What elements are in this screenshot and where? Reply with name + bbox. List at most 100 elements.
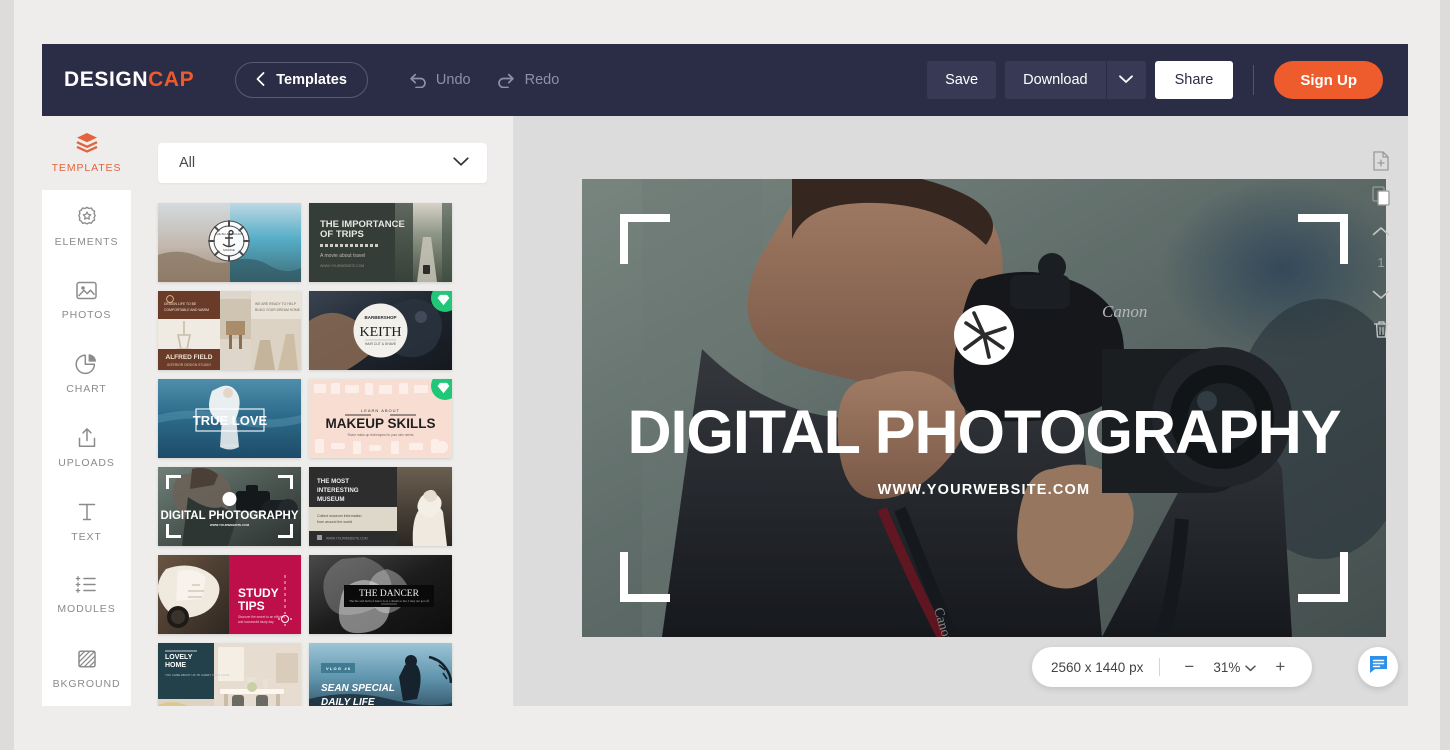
svg-text:HAIR CUT & SHAVE: HAIR CUT & SHAVE (365, 342, 397, 346)
svg-text:STUDY: STUDY (238, 586, 279, 600)
artboard-url[interactable]: WWW.YOURWEBSITE.COM (878, 482, 1091, 498)
template-thumb-true-love[interactable]: TRUE LOVE WEDDING (158, 379, 301, 458)
svg-text:A movie about travel: A movie about travel (320, 253, 365, 259)
svg-text:Discover the secret to an effi: Discover the secret to an efficient (238, 615, 285, 619)
sidebar-item-elements[interactable]: ELEMENTS (42, 189, 131, 264)
text-t-icon (75, 500, 99, 524)
chat-bubble-icon (1368, 654, 1389, 680)
svg-text:ALFRED FIELD: ALFRED FIELD (166, 354, 213, 361)
svg-text:SEAN SPECIAL: SEAN SPECIAL (321, 683, 395, 694)
sign-up-button[interactable]: Sign Up (1274, 61, 1383, 99)
add-page-icon[interactable] (1370, 150, 1392, 172)
app-header: DESIGNCAP Templates Undo Redo Save Downl… (42, 44, 1408, 116)
download-button[interactable]: Download (1005, 61, 1106, 99)
template-thumb-study-tips[interactable]: STUDY TIPS Discover the secret to an eff… (158, 555, 301, 634)
move-down-icon[interactable] (1370, 283, 1392, 305)
page-number: 1 (1377, 255, 1385, 270)
sidebar-item-modules[interactable]: MODULES (42, 558, 131, 632)
template-thumb-keith[interactable]: BARBERSHOP KEITH HAIR CUT & SHAVE (309, 291, 452, 370)
sidebar-item-chart[interactable]: CHART (42, 337, 131, 411)
redo-label: Redo (524, 72, 560, 88)
template-thumb-sean-special-daily-life[interactable]: VLOG #6 SEAN SPECIAL DAILY LIFE (309, 643, 452, 706)
sidebar-item-text[interactable]: TEXT (42, 484, 131, 559)
corner-bracket-top-right (1298, 214, 1348, 264)
duplicate-page-icon[interactable] (1370, 185, 1392, 207)
svg-text:YOU CARE ABOUT US TO CARRY YOU: YOU CARE ABOUT US TO CARRY YOUR HOME (165, 673, 230, 677)
share-button[interactable]: Share (1154, 61, 1234, 99)
template-thumb-most-interesting-museum[interactable]: THE MOST INTERESTING MUSEUM Collect muse… (309, 467, 452, 546)
header-divider (1253, 65, 1255, 95)
svg-text:THE DANCER: THE DANCER (359, 589, 420, 599)
zoom-level-value: 31% (1213, 659, 1241, 675)
delete-page-icon[interactable] (1370, 318, 1392, 340)
template-filter-value: All (179, 155, 196, 171)
chat-support-button[interactable] (1358, 647, 1398, 687)
svg-text:BARBERSHOP: BARBERSHOP (364, 315, 396, 320)
svg-text:DAILY LIFE: DAILY LIFE (321, 697, 375, 706)
list-icon (74, 574, 99, 596)
templates-button-label: Templates (276, 72, 347, 88)
template-thumb-digital-photography[interactable]: DIGITAL PHOTOGRAPHY WWW.YOURWEBSITE.COM (158, 467, 301, 546)
svg-text:WE ARE READY TO HELP: WE ARE READY TO HELP (255, 302, 297, 306)
artboard-title[interactable]: DIGITAL PHOTOGRAPHY (627, 402, 1341, 463)
svg-text:TIPS: TIPS (238, 599, 265, 613)
image-icon (74, 279, 99, 302)
save-button[interactable]: Save (927, 61, 997, 99)
template-thumb-importance-of-trips[interactable]: THE IMPORTANCE OF TRIPS A movie about tr… (309, 203, 452, 282)
app-body: TEMPLATES ELEMENTS PHOTOS CHART UPLOADS … (42, 116, 1408, 706)
zoom-out-button[interactable]: − (1176, 657, 1202, 677)
page-root: DESIGNCAP Templates Undo Redo Save Downl… (0, 0, 1450, 750)
download-group: Download (1005, 61, 1146, 99)
svg-text:COMFORTABLE AND WARM: COMFORTABLE AND WARM (164, 308, 209, 312)
sidebar-item-label: CHART (66, 383, 107, 396)
undo-button[interactable]: Undo (408, 72, 471, 88)
template-thumb-the-dancer[interactable]: THE DANCER The life and birth of dance i… (309, 555, 452, 634)
zoom-divider (1159, 658, 1161, 676)
background-icon (75, 647, 99, 671)
designcap-logo[interactable]: DESIGNCAP (64, 68, 194, 92)
sidebar-item-bkground[interactable]: BKGROUND (42, 631, 131, 706)
upload-icon (75, 426, 99, 450)
sidebar-item-photos[interactable]: PHOTOS (42, 263, 131, 338)
corner-bracket-top-left (620, 214, 670, 264)
sidebar-item-templates[interactable]: TEMPLATES (42, 116, 131, 190)
aperture-icon (954, 305, 1014, 365)
history-controls: Undo Redo (408, 72, 559, 88)
templates-back-button[interactable]: Templates (235, 62, 368, 98)
sidebar-item-label: UPLOADS (58, 457, 115, 470)
template-thumb-makeup-skills[interactable]: LEARN ABOUT MAKEUP SKILLS Share make-up … (309, 379, 452, 458)
svg-text:Share make-up techniques for y: Share make-up techniques for your skin n… (348, 433, 414, 437)
template-filter-select[interactable]: All (158, 143, 487, 183)
artboard[interactable]: Canon Canon DIGITAL PHOTOGRAPHY WWW.YOUR… (582, 179, 1386, 637)
zoom-level-select[interactable]: 31% (1213, 659, 1257, 675)
svg-text:WEDDING: WEDDING (222, 444, 238, 448)
svg-text:LOVELY: LOVELY (165, 654, 193, 661)
artboard-content: DIGITAL PHOTOGRAPHY WWW.YOURWEBSITE.COM (582, 304, 1386, 498)
svg-text:Collect museum information: Collect museum information (317, 514, 362, 518)
move-up-icon[interactable] (1370, 220, 1392, 242)
canvas-dimensions: 2560 x 1440 px (1051, 659, 1144, 675)
svg-text:INTERIOR DESIGN STUDIO: INTERIOR DESIGN STUDIO (167, 363, 211, 367)
undo-label: Undo (435, 72, 471, 88)
sidebar-item-label: TEMPLATES (51, 162, 122, 175)
redo-icon (497, 73, 516, 88)
svg-text:MAKEUP SKILLS: MAKEUP SKILLS (325, 416, 435, 431)
svg-text:MARINE: MARINE (223, 248, 235, 252)
page-tool-rail: 1 (1364, 150, 1398, 340)
layers-icon (74, 131, 100, 155)
template-thumb-lovely-home[interactable]: LOVELY HOME YOU CARE ABOUT US TO CARRY Y… (158, 643, 301, 706)
pie-chart-icon (74, 352, 99, 376)
template-thumb-alfred-field[interactable]: DESIGN LIFE TO BE COMFORTABLE AND WARM W… (158, 291, 301, 370)
svg-text:INTERESTING: INTERESTING (317, 487, 359, 494)
template-thumb-blue-sea-anchor[interactable]: THE BLUE ANCHOR MARINE (158, 203, 301, 282)
svg-text:WWW.YOURWEBSITE.COM: WWW.YOURWEBSITE.COM (320, 264, 364, 268)
download-dropdown-button[interactable] (1105, 61, 1146, 99)
left-sidebar: TEMPLATES ELEMENTS PHOTOS CHART UPLOADS … (42, 116, 131, 706)
sidebar-item-uploads[interactable]: UPLOADS (42, 410, 131, 485)
redo-button[interactable]: Redo (497, 72, 560, 88)
zoom-in-button[interactable]: + (1267, 657, 1293, 677)
chevron-down-icon (1245, 660, 1257, 675)
svg-text:The life and birth of dance is: The life and birth of dance is as a drea… (349, 599, 430, 603)
page-left-gutter (0, 0, 14, 750)
canvas-workspace: Canon Canon DIGITAL PHOTOGRAPHY WWW.YOUR… (514, 116, 1408, 706)
